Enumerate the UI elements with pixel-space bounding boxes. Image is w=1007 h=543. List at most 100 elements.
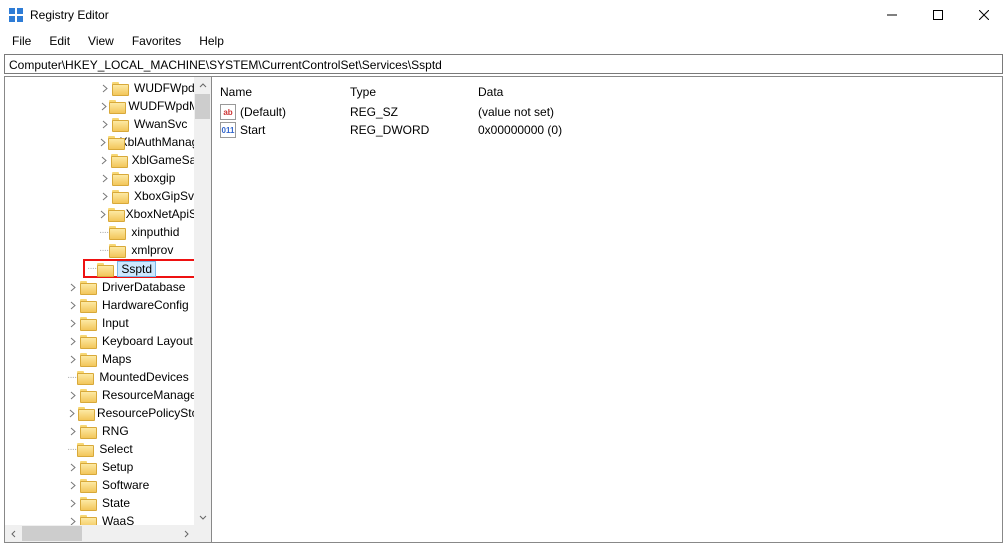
tree-node-label: ResourceManager bbox=[100, 388, 203, 402]
expand-icon[interactable] bbox=[67, 497, 80, 510]
folder-icon bbox=[80, 460, 96, 474]
vertical-scrollbar[interactable] bbox=[194, 77, 211, 525]
minimize-button[interactable] bbox=[869, 0, 915, 30]
tree-node[interactable]: WUDFWpdMtp bbox=[5, 97, 211, 115]
menu-view[interactable]: View bbox=[80, 32, 122, 50]
expand-icon[interactable] bbox=[67, 317, 80, 330]
value-name: Start bbox=[240, 123, 265, 137]
expand-icon[interactable] bbox=[67, 479, 80, 492]
folder-icon bbox=[109, 225, 125, 239]
tree-node[interactable]: XboxNetApiSvc bbox=[5, 205, 211, 223]
expand-icon[interactable] bbox=[67, 389, 80, 402]
tree-node[interactable]: XblAuthManager bbox=[5, 133, 211, 151]
expand-icon[interactable] bbox=[99, 172, 112, 185]
tree-node-label: XboxGipSvc bbox=[132, 189, 202, 203]
scroll-left-icon[interactable] bbox=[5, 525, 22, 542]
expand-icon[interactable] bbox=[67, 407, 78, 420]
folder-icon bbox=[77, 442, 93, 456]
expand-icon[interactable] bbox=[67, 461, 80, 474]
folder-icon bbox=[108, 207, 119, 221]
folder-icon bbox=[80, 424, 96, 438]
tree-node-label: Input bbox=[100, 316, 131, 330]
expand-icon[interactable] bbox=[67, 353, 80, 366]
expand-icon[interactable] bbox=[99, 154, 111, 167]
expand-icon[interactable] bbox=[99, 82, 112, 95]
maximize-button[interactable] bbox=[915, 0, 961, 30]
folder-icon bbox=[111, 153, 126, 167]
tree-node-label: Keyboard Layout bbox=[100, 334, 195, 348]
value-type: REG_SZ bbox=[350, 105, 478, 119]
scroll-up-icon[interactable] bbox=[194, 77, 211, 94]
tree-node[interactable]: Software bbox=[5, 476, 211, 494]
expand-icon[interactable] bbox=[99, 136, 108, 149]
list-header[interactable]: Name Type Data bbox=[212, 81, 1002, 103]
list-row[interactable]: ab(Default)REG_SZ(value not set) bbox=[212, 103, 1002, 121]
window-title: Registry Editor bbox=[30, 8, 869, 22]
list-row[interactable]: 011StartREG_DWORD0x00000000 (0) bbox=[212, 121, 1002, 139]
expand-icon[interactable] bbox=[99, 190, 112, 203]
tree-node[interactable]: XblGameSave bbox=[5, 151, 211, 169]
tree-node[interactable]: WwanSvc bbox=[5, 115, 211, 133]
menu-edit[interactable]: Edit bbox=[41, 32, 78, 50]
folder-icon bbox=[80, 334, 96, 348]
menu-favorites[interactable]: Favorites bbox=[124, 32, 189, 50]
tree-node[interactable]: ResourcePolicyStore bbox=[5, 404, 211, 422]
tree-connector: ···· bbox=[99, 245, 108, 256]
tree-node[interactable]: RNG bbox=[5, 422, 211, 440]
tree-node[interactable]: State bbox=[5, 494, 211, 512]
folder-icon bbox=[77, 370, 93, 384]
tree-node[interactable]: Input bbox=[5, 314, 211, 332]
expand-icon[interactable] bbox=[67, 299, 80, 312]
tree-node[interactable]: ····xmlprov bbox=[5, 241, 211, 259]
title-bar: Registry Editor bbox=[0, 0, 1007, 30]
expand-icon[interactable] bbox=[67, 425, 80, 438]
tree-node[interactable]: XboxGipSvc bbox=[5, 187, 211, 205]
tree-node[interactable]: HardwareConfig bbox=[5, 296, 211, 314]
folder-icon bbox=[78, 406, 91, 420]
tree-node[interactable]: ····MountedDevices bbox=[5, 368, 211, 386]
close-button[interactable] bbox=[961, 0, 1007, 30]
expand-icon[interactable] bbox=[99, 208, 108, 221]
horizontal-scrollbar[interactable] bbox=[5, 525, 211, 542]
folder-icon bbox=[80, 388, 96, 402]
tree-node-label: Ssptd bbox=[117, 261, 156, 277]
tree-node[interactable]: ResourceManager bbox=[5, 386, 211, 404]
scroll-thumb-h[interactable] bbox=[22, 526, 82, 541]
value-icon: 011 bbox=[220, 122, 236, 138]
tree-pane: WUDFWpdFsWUDFWpdMtpWwanSvcXblAuthManager… bbox=[4, 76, 212, 543]
expand-icon[interactable] bbox=[99, 118, 112, 131]
tree-node-label: Software bbox=[100, 478, 151, 492]
list-pane: Name Type Data ab(Default)REG_SZ(value n… bbox=[212, 76, 1003, 543]
address-bar[interactable]: Computer\HKEY_LOCAL_MACHINE\SYSTEM\Curre… bbox=[4, 54, 1003, 74]
scroll-down-icon[interactable] bbox=[194, 508, 211, 525]
tree-node[interactable]: Setup bbox=[5, 458, 211, 476]
tree-node-label: State bbox=[100, 496, 132, 510]
folder-icon bbox=[108, 135, 114, 149]
menu-file[interactable]: File bbox=[4, 32, 39, 50]
tree-node-label: Select bbox=[97, 442, 134, 456]
scroll-right-icon[interactable] bbox=[177, 525, 194, 542]
scroll-thumb[interactable] bbox=[195, 94, 210, 119]
tree-node-label: xboxgip bbox=[132, 171, 177, 185]
menu-help[interactable]: Help bbox=[191, 32, 232, 50]
expand-icon[interactable] bbox=[67, 335, 80, 348]
header-name[interactable]: Name bbox=[220, 81, 350, 103]
tree-node[interactable]: WUDFWpdFs bbox=[5, 79, 211, 97]
expand-icon[interactable] bbox=[67, 281, 80, 294]
folder-icon bbox=[80, 280, 96, 294]
tree-node[interactable]: xboxgip bbox=[5, 169, 211, 187]
tree-node[interactable]: ····xinputhid bbox=[5, 223, 211, 241]
tree-node[interactable]: Keyboard Layout bbox=[5, 332, 211, 350]
folder-icon bbox=[109, 99, 122, 113]
highlighted-node[interactable]: ····Ssptd bbox=[83, 259, 211, 278]
tree-node[interactable]: DriverDatabase bbox=[5, 278, 211, 296]
tree-node[interactable]: ····Select bbox=[5, 440, 211, 458]
expand-icon[interactable] bbox=[99, 100, 109, 113]
folder-icon bbox=[80, 316, 96, 330]
folder-icon bbox=[80, 478, 96, 492]
tree-node[interactable]: Maps bbox=[5, 350, 211, 368]
header-data[interactable]: Data bbox=[478, 81, 1002, 103]
folder-icon bbox=[112, 117, 128, 131]
header-type[interactable]: Type bbox=[350, 81, 478, 103]
tree-node-label: Maps bbox=[100, 352, 133, 366]
